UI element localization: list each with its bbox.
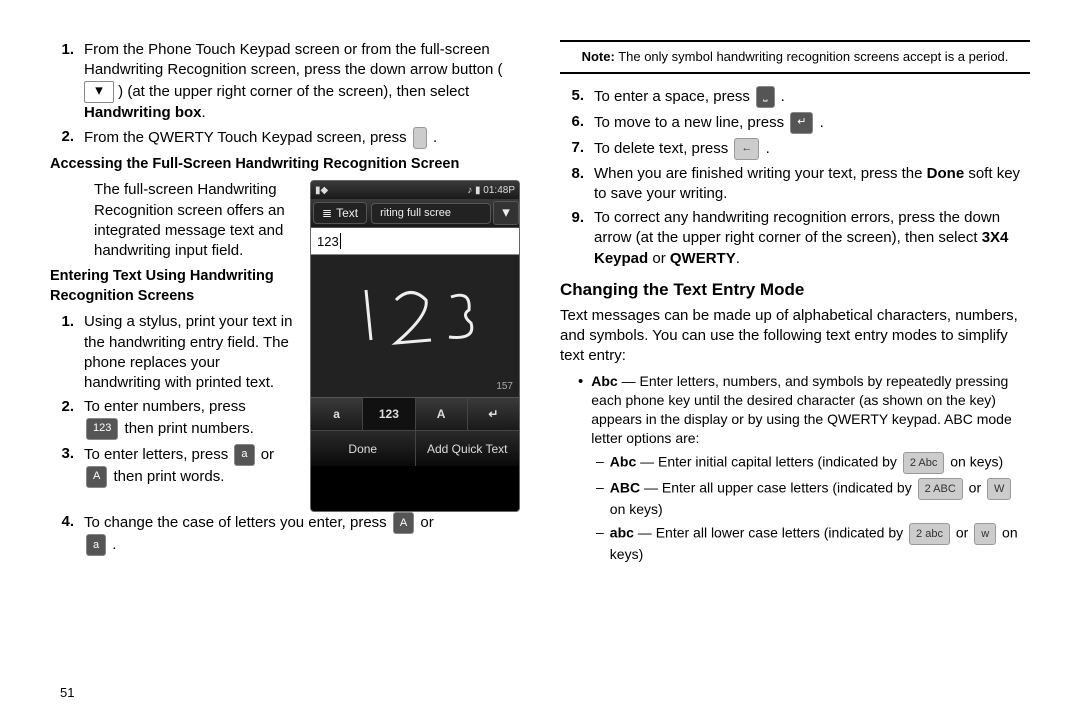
key-W-icon: W <box>987 478 1011 500</box>
sub-item: – abc — Enter all lower case letters (in… <box>596 523 1030 564</box>
key-a-upper: A <box>416 398 468 430</box>
keypad-icon <box>413 127 427 149</box>
dash-icon: – <box>596 523 604 564</box>
list-item: 7. To delete text, press ← . <box>560 138 1030 160</box>
step-body: From the QWERTY Touch Keypad screen, pre… <box>84 127 520 149</box>
key-w-lower-icon: w <box>974 523 996 545</box>
list-item: 4. To change the case of letters you ent… <box>50 512 520 556</box>
key-123: 123 <box>363 398 415 430</box>
right-column: Note: The only symbol handwriting recogn… <box>540 40 1050 700</box>
handwritten-123-icon <box>311 255 519 397</box>
key-a-lower-icon: a <box>86 534 106 556</box>
key-2abc-icon: 2 Abc <box>903 452 945 474</box>
sub-item: – ABC — Enter all upper case letters (in… <box>596 478 1030 519</box>
note-block: Note: The only symbol handwriting recogn… <box>560 40 1030 74</box>
text-field: 123 <box>311 228 519 255</box>
dropdown-icon: ▾ <box>493 201 519 225</box>
key-2ABC-icon: 2 ABC <box>918 478 963 500</box>
subheading: Entering Text Using Handwriting Recognit… <box>50 267 296 306</box>
page-number: 51 <box>60 684 74 702</box>
subheading: Accessing the Full-Screen Handwriting Re… <box>50 155 520 175</box>
paragraph: The full-screen Handwriting Recognition … <box>50 180 296 261</box>
list-item: 1. From the Phone Touch Keypad screen or… <box>50 40 520 123</box>
list-item: 8. When you are finished writing your te… <box>560 164 1030 205</box>
manual-page: 1. From the Phone Touch Keypad screen or… <box>0 0 1080 720</box>
dash-icon: – <box>596 452 604 474</box>
clock-text: 01:48P <box>483 185 515 196</box>
step-body: From the Phone Touch Keypad screen or fr… <box>84 40 520 123</box>
phone-screenshot: ▮◆ ♪ ▮ 01:48P ≣Text riting full scree ▾ … <box>310 180 520 512</box>
list-item: 2. From the QWERTY Touch Keypad screen, … <box>50 127 520 149</box>
left-column: 1. From the Phone Touch Keypad screen or… <box>30 40 540 700</box>
signal-icon: ▮◆ <box>315 184 328 198</box>
down-arrow-icon: ▾ <box>84 81 114 103</box>
text-image-row: The full-screen Handwriting Recognition … <box>50 180 520 512</box>
bullet-item: • Abc — Enter letters, numbers, and symb… <box>578 372 1030 448</box>
key-a-upper-icon: A <box>393 512 414 534</box>
sub-item: – Abc — Enter initial capital letters (i… <box>596 452 1030 474</box>
key-123-icon: 123 <box>86 418 118 440</box>
list-item: 1. Using a stylus, print your text in th… <box>50 312 296 393</box>
softkey-row: Done Add Quick Text <box>311 430 519 466</box>
bullet-dot-icon: • <box>578 372 583 448</box>
step-number: 2. <box>50 127 74 149</box>
list-item: 6. To move to a new line, press ↵ . <box>560 112 1030 134</box>
mode-tab: riting full scree <box>371 203 491 224</box>
section-heading: Changing the Text Entry Mode <box>560 279 1030 302</box>
handwriting-area: 157 <box>311 255 519 397</box>
key-a-lower: a <box>311 398 363 430</box>
text-tab: ≣Text <box>313 202 367 224</box>
list-item: 2. To enter numbers, press 123 then prin… <box>50 397 296 439</box>
list-item: 9. To correct any handwriting recognitio… <box>560 208 1030 269</box>
space-key-icon: ⎵ <box>756 86 774 108</box>
msg-icon: ≣ <box>322 205 332 221</box>
key-2abc-lower-icon: 2 abc <box>909 523 950 545</box>
key-a-upper-icon: A <box>86 466 107 488</box>
add-quick-text-softkey: Add Quick Text <box>416 430 520 466</box>
top-bar: ≣Text riting full scree ▾ <box>311 199 519 228</box>
char-count: 157 <box>496 380 513 394</box>
list-item: 5. To enter a space, press ⎵ . <box>560 86 1030 108</box>
status-bar: ▮◆ ♪ ▮ 01:48P <box>311 181 519 199</box>
key-enter: ↵ <box>468 398 519 430</box>
list-item: 3. To enter letters, press a or A then p… <box>50 444 296 488</box>
music-icon: ♪ ▮ <box>467 185 483 196</box>
dash-icon: – <box>596 478 604 519</box>
caret-icon <box>340 233 341 249</box>
key-a-lower-icon: a <box>234 444 254 466</box>
step-number: 1. <box>50 40 74 123</box>
backspace-key-icon: ← <box>734 138 759 160</box>
key-row: a 123 A ↵ <box>311 397 519 430</box>
enter-key-icon: ↵ <box>790 112 813 134</box>
paragraph: Text messages can be made up of alphabet… <box>560 306 1030 367</box>
done-softkey: Done <box>311 430 416 466</box>
